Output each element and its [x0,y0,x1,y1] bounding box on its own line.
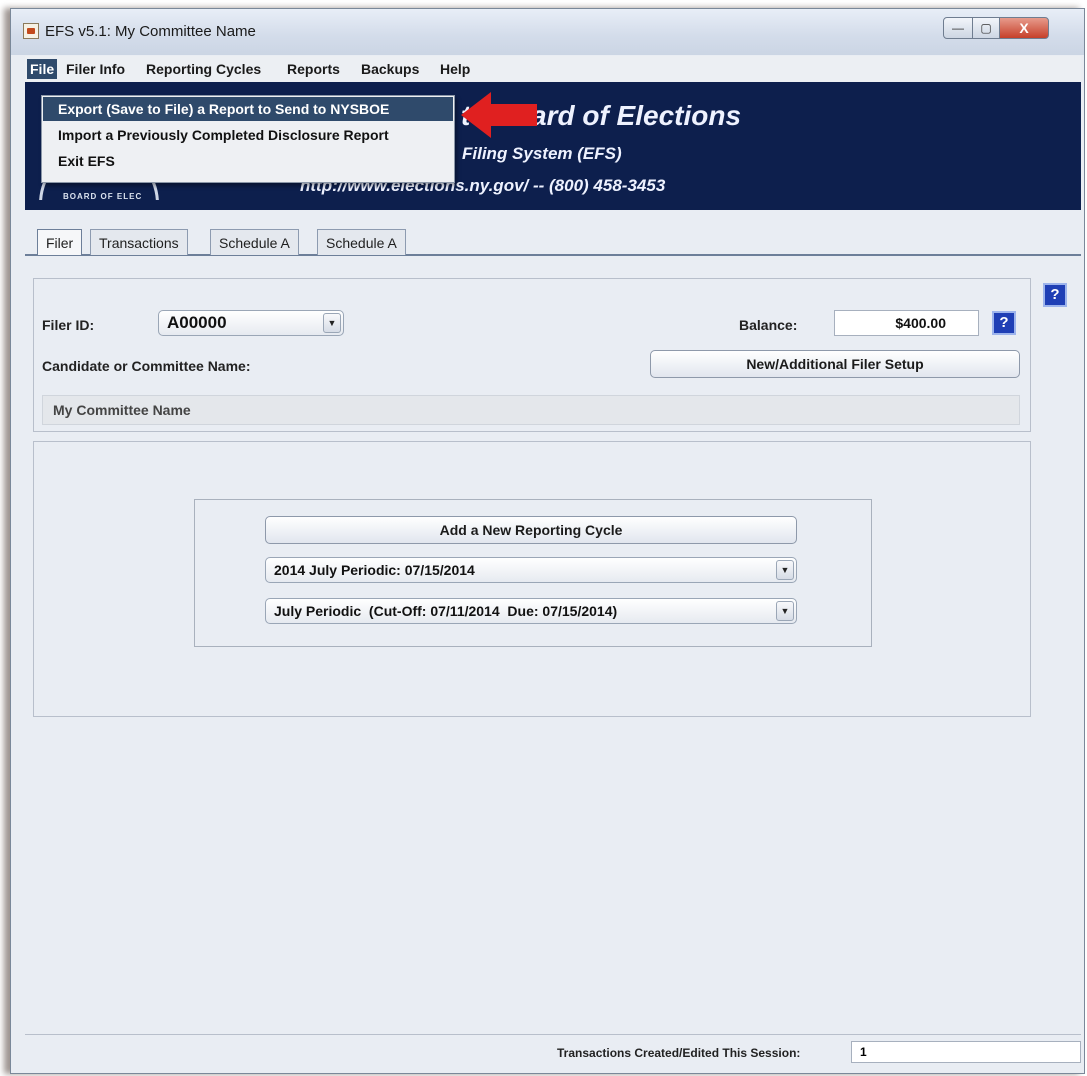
menu-reports[interactable]: Reports [284,59,343,79]
filer-id-label: Filer ID: [42,317,95,333]
file-menu-dropdown: Export (Save to File) a Report to Send t… [41,95,455,183]
reporting-cycle-box: Add a New Reporting Cycle 2014 July Peri… [194,499,872,647]
reporting-cycle-panel: Add a New Reporting Cycle 2014 July Peri… [33,441,1031,717]
new-filer-setup-button[interactable]: New/Additional Filer Setup [650,350,1020,378]
close-button[interactable]: X [999,17,1049,39]
reporting-cycle-value: 2014 July Periodic: 07/15/2014 [274,562,475,578]
menu-item-exit[interactable]: Exit EFS [43,149,453,173]
session-count-field: 1 [851,1041,1081,1063]
filer-id-select[interactable]: A00000 ▼ [158,310,344,336]
minimize-button[interactable]: — [943,17,973,39]
menu-help[interactable]: Help [437,59,473,79]
tab-transactions[interactable]: Transactions [90,229,188,255]
menu-backups[interactable]: Backups [358,59,422,79]
session-count-label: Transactions Created/Edited This Session… [557,1046,801,1060]
seal-text: BOARD OF ELEC [63,192,143,201]
menu-bar: File Filer Info Reporting Cycles Reports… [25,56,1081,82]
tab-strip: Filer Transactions Schedule A Schedule A [25,210,1081,256]
status-bar: Transactions Created/Edited This Session… [25,1034,1081,1071]
reporting-cycle-select[interactable]: 2014 July Periodic: 07/15/2014 ▼ [265,557,797,583]
balance-field[interactable]: $400.00 [834,310,979,336]
window-title: EFS v5.1: My Committee Name [45,23,256,40]
menu-file[interactable]: File [27,59,58,79]
filer-id-value: A00000 [167,313,227,332]
page-help-button[interactable]: ? [1043,283,1067,307]
chevron-down-icon: ▼ [776,560,794,580]
tab-filer[interactable]: Filer [37,229,83,255]
menu-reporting-cycles[interactable]: Reporting Cycles [143,59,264,79]
reporting-period-select[interactable]: July Periodic (Cut-Off: 07/11/2014 Due: … [265,598,797,624]
annotation-arrow-icon [461,92,537,138]
tab-schedule-a-2[interactable]: Schedule A [317,229,406,255]
add-reporting-cycle-button[interactable]: Add a New Reporting Cycle [265,516,797,544]
committee-name-field: My Committee Name [42,395,1020,425]
java-app-icon [23,23,39,39]
tab-schedule-a[interactable]: Schedule A [210,229,299,255]
menu-item-import-report[interactable]: Import a Previously Completed Disclosure… [43,123,453,147]
balance-help-button[interactable]: ? [992,311,1016,335]
menu-item-export-report[interactable]: Export (Save to File) a Report to Send t… [43,97,453,121]
maximize-button[interactable]: ▢ [972,17,1000,39]
reporting-period-value: July Periodic (Cut-Off: 07/11/2014 Due: … [274,603,618,619]
filer-panel: Filer ID: A00000 ▼ Balance: $400.00 ? Ca… [33,278,1031,432]
candidate-name-label: Candidate or Committee Name: [42,358,251,374]
chevron-down-icon: ▼ [323,313,341,333]
application-window: EFS v5.1: My Committee Name — ▢ X File F… [10,8,1085,1074]
menu-filer-info[interactable]: Filer Info [63,59,128,79]
chevron-down-icon: ▼ [776,601,794,621]
banner-subtitle: Filing System (EFS) [462,144,622,163]
balance-label: Balance: [739,317,798,333]
title-bar[interactable]: EFS v5.1: My Committee Name — ▢ X [11,9,1084,55]
